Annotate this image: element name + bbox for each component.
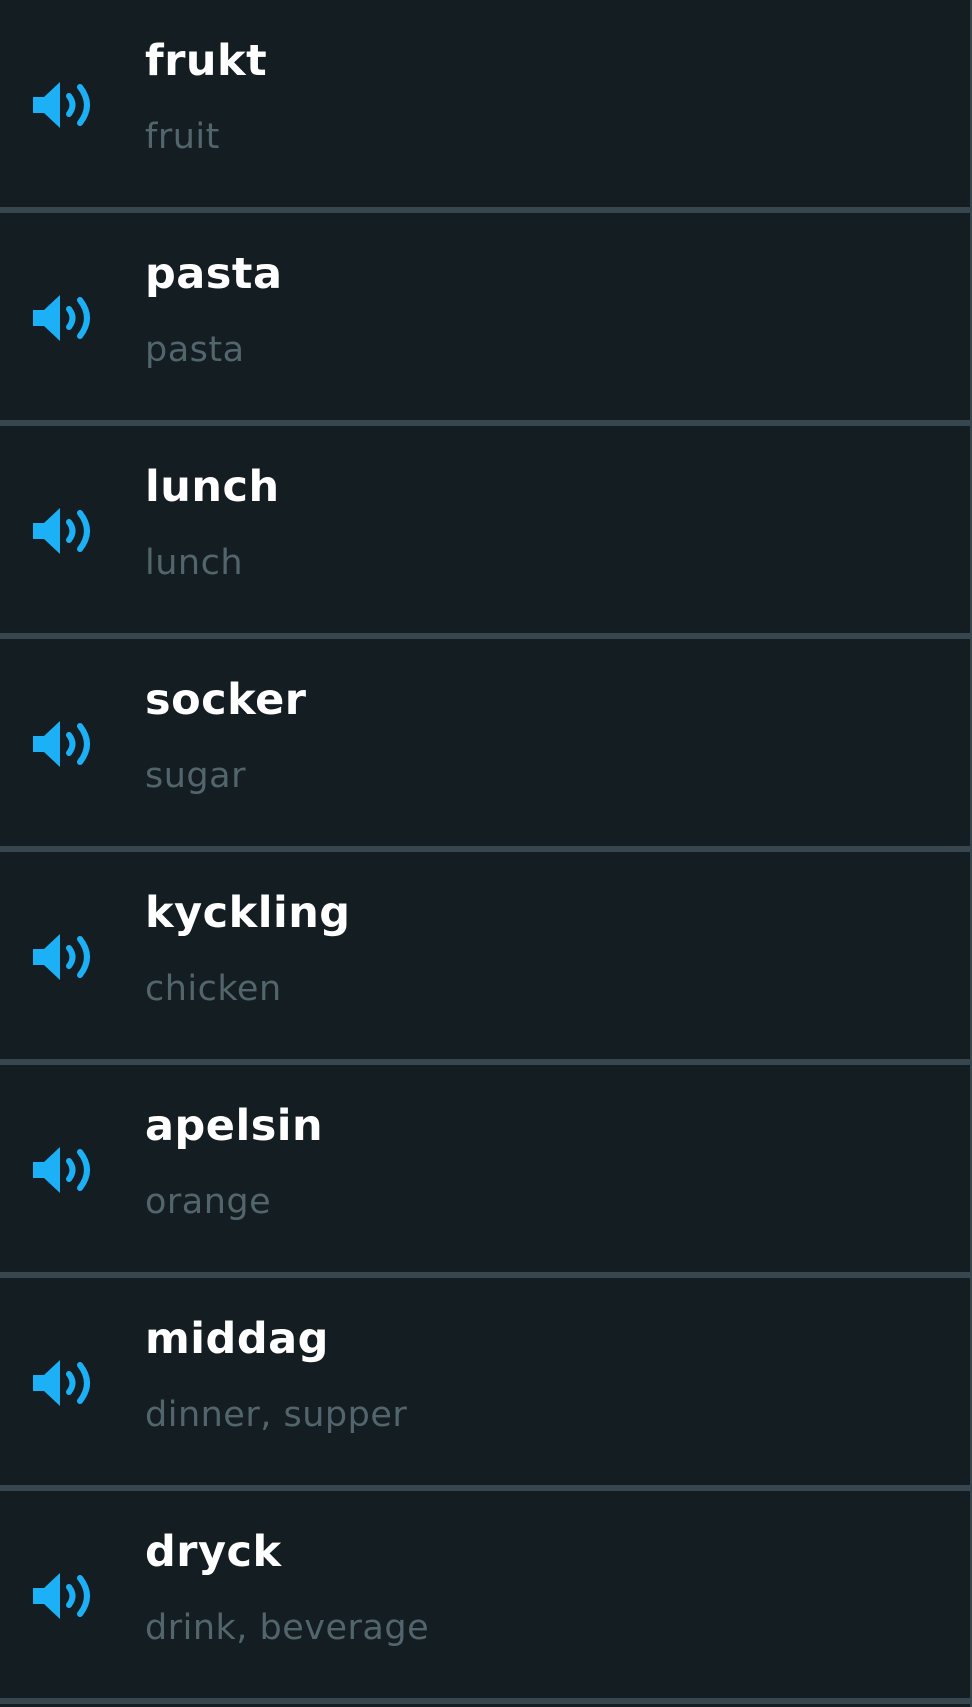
speaker-icon[interactable] <box>30 927 100 987</box>
translation-text: dinner, supper <box>145 1395 408 1435</box>
list-item[interactable]: lunch lunch <box>0 426 970 639</box>
word-text: middag <box>145 1314 329 1364</box>
translation-text: pasta <box>145 330 245 370</box>
speaker-icon[interactable] <box>30 288 100 348</box>
list-item[interactable]: apelsin orange <box>0 1065 970 1278</box>
list-item[interactable]: dryck drink, beverage <box>0 1491 970 1704</box>
list-item[interactable]: frukt fruit <box>0 0 970 213</box>
word-text: apelsin <box>145 1101 324 1151</box>
list-item[interactable]: pasta pasta <box>0 213 970 426</box>
speaker-icon[interactable] <box>30 1140 100 1200</box>
speaker-icon[interactable] <box>30 1566 100 1626</box>
translation-text: drink, beverage <box>145 1608 430 1648</box>
word-text: dryck <box>145 1527 282 1577</box>
word-text: kyckling <box>145 888 351 938</box>
speaker-icon[interactable] <box>30 1353 100 1413</box>
list-item[interactable]: socker sugar <box>0 639 970 852</box>
word-text: pasta <box>145 249 283 299</box>
translation-text: orange <box>145 1182 272 1222</box>
translation-text: sugar <box>145 756 246 796</box>
speaker-icon[interactable] <box>30 501 100 561</box>
word-text: lunch <box>145 462 280 512</box>
list-item[interactable]: kyckling chicken <box>0 852 970 1065</box>
translation-text: lunch <box>145 543 244 583</box>
speaker-icon[interactable] <box>30 714 100 774</box>
word-text: frukt <box>145 36 268 86</box>
translation-text: fruit <box>145 117 220 157</box>
speaker-icon[interactable] <box>30 75 100 135</box>
list-item[interactable]: middag dinner, supper <box>0 1278 970 1491</box>
translation-text: chicken <box>145 969 282 1009</box>
word-text: socker <box>145 675 307 725</box>
word-list: frukt fruit pasta pasta lunch lunch sock… <box>0 0 970 1707</box>
